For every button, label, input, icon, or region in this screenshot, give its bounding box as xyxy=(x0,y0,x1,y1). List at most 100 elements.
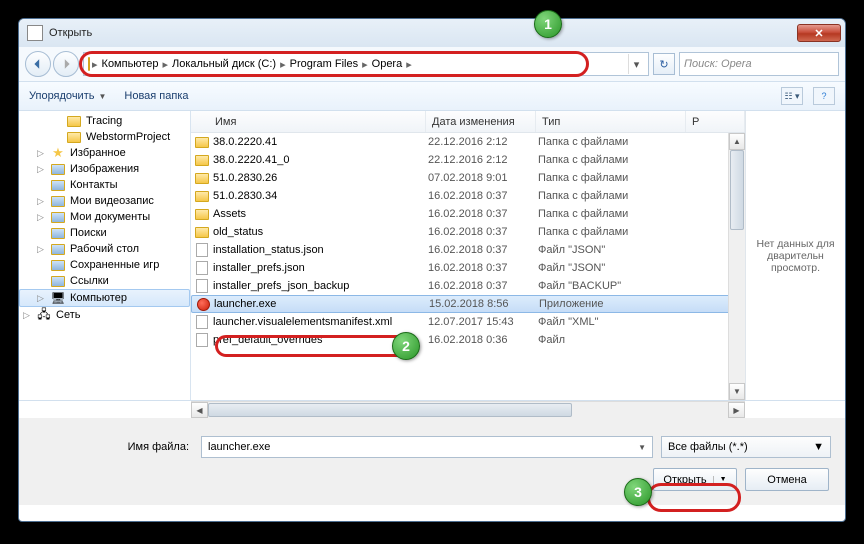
desk-icon xyxy=(50,242,66,256)
file-name: installation_status.json xyxy=(211,244,428,256)
tree-item[interactable]: Tracing xyxy=(19,113,190,129)
window-icon xyxy=(27,25,43,41)
file-row[interactable]: installer_prefs.json16.02.2018 0:37Файл … xyxy=(191,259,745,277)
column-name[interactable]: Имя xyxy=(191,111,426,132)
chevron-right-icon: ▸ xyxy=(404,58,414,71)
folder-icon xyxy=(66,130,82,144)
file-row[interactable]: old_status16.02.2018 0:37Папка с файлами xyxy=(191,223,745,241)
pic-icon xyxy=(50,162,66,176)
vertical-scrollbar[interactable]: ▲ ▼ xyxy=(728,133,745,400)
tree-item[interactable]: Ссылки xyxy=(19,273,190,289)
file-icon xyxy=(193,333,211,347)
organize-menu[interactable]: Упорядочить▼ xyxy=(29,90,106,102)
file-row[interactable]: Assets16.02.2018 0:37Папка с файлами xyxy=(191,205,745,223)
file-type: Папка с файлами xyxy=(538,208,688,220)
file-row[interactable]: installation_status.json16.02.2018 0:37Ф… xyxy=(191,241,745,259)
file-name: installer_prefs.json xyxy=(211,262,428,274)
breadcrumb-segment[interactable]: Локальный диск (C:) xyxy=(170,58,278,70)
breadcrumb-segment[interactable]: Opera xyxy=(370,58,405,70)
breadcrumb-segment[interactable]: Компьютер xyxy=(100,58,161,70)
column-headers: Имя Дата изменения Тип Р xyxy=(191,111,745,133)
scroll-right-button[interactable]: ▶ xyxy=(728,402,745,418)
file-row[interactable]: pref_default_overrides16.02.2018 0:36Фай… xyxy=(191,331,745,349)
help-button[interactable]: ? xyxy=(813,87,835,105)
column-size[interactable]: Р xyxy=(686,111,745,132)
tree-item[interactable]: ▷Мои видеозапис xyxy=(19,193,190,209)
window-title: Открыть xyxy=(49,27,797,39)
chevron-down-icon: ▼ xyxy=(98,92,106,101)
contact-icon xyxy=(50,178,66,192)
address-dropdown[interactable]: ▾ xyxy=(628,54,644,74)
file-row[interactable]: 38.0.2220.41_022.12.2016 2:12Папка с фай… xyxy=(191,151,745,169)
opera-icon xyxy=(194,298,212,311)
chevron-right-icon: ▸ xyxy=(90,58,100,71)
scroll-left-button[interactable]: ◀ xyxy=(191,402,208,418)
scroll-thumb[interactable] xyxy=(208,403,572,417)
file-row[interactable]: installer_prefs_json_backup16.02.2018 0:… xyxy=(191,277,745,295)
scroll-thumb[interactable] xyxy=(730,150,744,230)
tree-item[interactable]: ▷Изображения xyxy=(19,161,190,177)
folder-tree[interactable]: TracingWebstormProject▷★Избранное▷Изобра… xyxy=(19,111,191,400)
file-list: Имя Дата изменения Тип Р 38.0.2220.4122.… xyxy=(191,111,745,400)
file-date: 16.02.2018 0:37 xyxy=(428,280,538,292)
tree-item-label: Мои документы xyxy=(70,211,150,223)
folder-icon xyxy=(193,209,211,220)
column-date[interactable]: Дата изменения xyxy=(426,111,536,132)
cancel-button[interactable]: Отмена xyxy=(745,468,829,491)
pc-icon: 🖥 xyxy=(50,291,66,305)
filename-label: Имя файла: xyxy=(33,441,193,453)
tree-item[interactable]: ▷★Избранное xyxy=(19,145,190,161)
new-folder-button[interactable]: Новая папка xyxy=(124,90,188,102)
horizontal-scrollbar[interactable]: ◀ ▶ xyxy=(191,401,745,418)
file-row[interactable]: 38.0.2220.4122.12.2016 2:12Папка с файла… xyxy=(191,133,745,151)
chevron-down-icon: ▼ xyxy=(713,476,727,483)
tree-item[interactable]: Контакты xyxy=(19,177,190,193)
address-bar[interactable]: ▸ Компьютер ▸ Локальный диск (C:) ▸ Prog… xyxy=(83,52,649,76)
tree-item[interactable]: WebstormProject xyxy=(19,129,190,145)
scroll-down-button[interactable]: ▼ xyxy=(729,383,745,400)
file-type-filter[interactable]: Все файлы (*.*)▼ xyxy=(661,436,831,458)
titlebar: Открыть ✕ xyxy=(19,19,845,47)
open-file-dialog: Открыть ✕ ▸ Компьютер ▸ Локальный диск (… xyxy=(18,18,846,522)
tree-item[interactable]: ▷Мои документы xyxy=(19,209,190,225)
column-type[interactable]: Тип xyxy=(536,111,686,132)
open-button[interactable]: Открыть▼ xyxy=(653,468,737,491)
net-icon: 🖧 xyxy=(36,308,52,322)
file-row[interactable]: launcher.exe15.02.2018 8:56Приложение xyxy=(191,295,745,313)
tree-item-label: Контакты xyxy=(70,179,118,191)
file-type: Папка с файлами xyxy=(538,154,688,166)
file-row[interactable]: launcher.visualelementsmanifest.xml12.07… xyxy=(191,313,745,331)
refresh-button[interactable]: ↻ xyxy=(653,53,675,75)
forward-button[interactable] xyxy=(53,51,79,77)
back-button[interactable] xyxy=(25,51,51,77)
file-date: 07.02.2018 9:01 xyxy=(428,172,538,184)
dialog-footer: Имя файла: launcher.exe▼ Все файлы (*.*)… xyxy=(19,418,845,505)
scroll-up-button[interactable]: ▲ xyxy=(729,133,745,150)
tree-item[interactable]: Поиски xyxy=(19,225,190,241)
file-icon xyxy=(193,261,211,275)
file-name: old_status xyxy=(211,226,428,238)
file-date: 16.02.2018 0:37 xyxy=(428,208,538,220)
file-type: Папка с файлами xyxy=(538,136,688,148)
tree-item[interactable]: ▷🖧Сеть xyxy=(19,307,190,323)
file-row[interactable]: 51.0.2830.3416.02.2018 0:37Папка с файла… xyxy=(191,187,745,205)
search-input[interactable]: Поиск: Opera xyxy=(679,52,839,76)
tree-item-label: WebstormProject xyxy=(86,131,170,143)
file-date: 16.02.2018 0:37 xyxy=(428,262,538,274)
tree-item[interactable]: ▷Рабочий стол xyxy=(19,241,190,257)
file-row[interactable]: 51.0.2830.2607.02.2018 9:01Папка с файла… xyxy=(191,169,745,187)
folder-icon xyxy=(193,137,211,148)
close-button[interactable]: ✕ xyxy=(797,24,841,42)
folder-icon xyxy=(193,173,211,184)
tree-item[interactable]: Сохраненные игр xyxy=(19,257,190,273)
filename-input[interactable]: launcher.exe▼ xyxy=(201,436,653,458)
file-type: Папка с файлами xyxy=(538,172,688,184)
star-icon: ★ xyxy=(50,146,66,160)
file-name: Assets xyxy=(211,208,428,220)
breadcrumb-segment[interactable]: Program Files xyxy=(288,58,360,70)
chevron-down-icon[interactable]: ▼ xyxy=(638,443,646,452)
tree-item-label: Избранное xyxy=(70,147,126,159)
file-name: 38.0.2220.41_0 xyxy=(211,154,428,166)
file-icon xyxy=(193,279,211,293)
view-options-button[interactable]: ☷ ▾ xyxy=(781,87,803,105)
